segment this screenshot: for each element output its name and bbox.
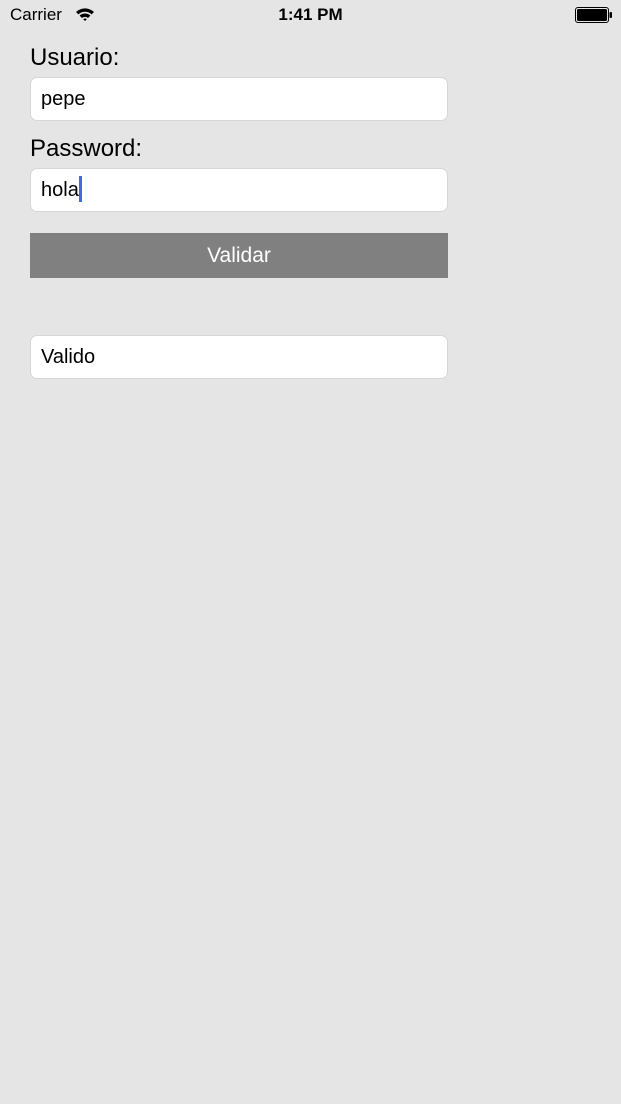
password-field-value: hola (41, 179, 79, 201)
user-label: Usuario: (30, 44, 120, 71)
password-field-container: hola (41, 169, 82, 211)
validate-button[interactable]: Validar (30, 233, 448, 278)
result-field[interactable]: Valido (30, 335, 448, 379)
status-bar: Carrier 1:41 PM (0, 0, 621, 32)
battery-icon (575, 7, 613, 23)
status-time: 1:41 PM (278, 5, 343, 24)
user-field-value: pepe (41, 88, 86, 110)
user-field[interactable]: pepe (30, 77, 448, 121)
password-field[interactable]: hola (30, 168, 448, 212)
password-label: Password: (30, 135, 143, 162)
text-caret (78, 176, 82, 203)
result-field-value: Valido (41, 346, 96, 368)
